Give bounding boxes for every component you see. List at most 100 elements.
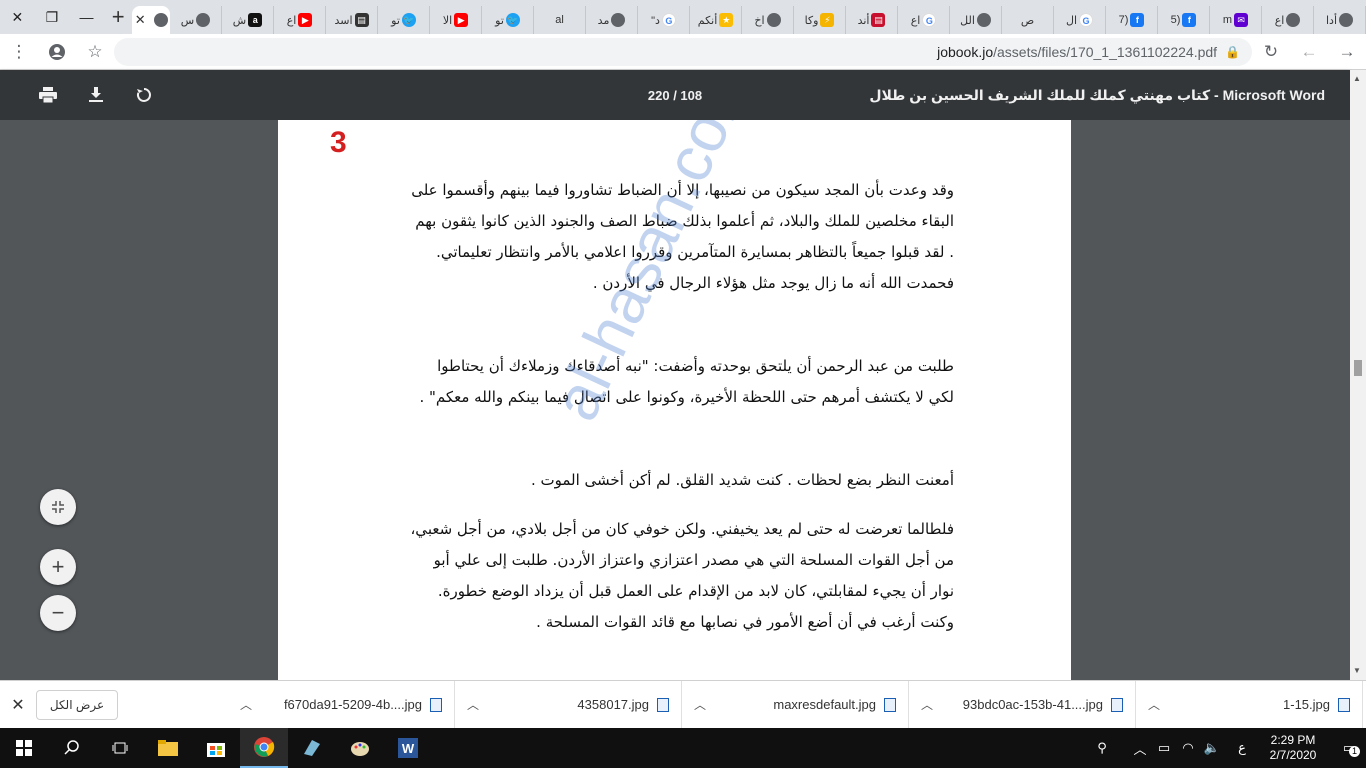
tab[interactable]: الل (950, 6, 1003, 34)
file-explorer-icon[interactable] (144, 728, 192, 768)
chevron-up-icon[interactable]: ︿ (467, 696, 487, 713)
tab-title: al (555, 14, 564, 26)
tab[interactable]: تو 🐦 (482, 6, 535, 34)
new-tab-button[interactable]: + (104, 0, 133, 34)
download-item[interactable]: ︿ 1-15.jpg (1136, 680, 1363, 729)
task-view-icon[interactable] (96, 728, 144, 768)
tab[interactable]: m ✉ (1210, 6, 1263, 34)
battery-icon[interactable]: ▭ (1152, 740, 1176, 756)
tab[interactable]: س (170, 6, 223, 34)
forward-icon[interactable]: ← (1290, 34, 1328, 70)
wifi-icon[interactable]: ◠ (1176, 740, 1200, 756)
paint-icon[interactable] (336, 728, 384, 768)
bookmark-star-icon[interactable]: ☆ (76, 34, 114, 70)
tab[interactable]: 7) f (1106, 6, 1159, 34)
zoom-in-button[interactable]: + (40, 549, 76, 585)
close-shelf-button[interactable]: ✕ (0, 681, 36, 729)
tab[interactable]: الا ▶ (430, 6, 483, 34)
tab-title: أند (857, 14, 870, 27)
text-line: نوار أن يجيء لمقابلتي، كان لابد من الإقد… (437, 582, 954, 600)
page-number: 3 (330, 126, 347, 159)
show-hidden-icons-chevron-icon[interactable]: ︿ (1128, 739, 1152, 758)
app-icon[interactable] (288, 728, 336, 768)
show-all-downloads-button[interactable]: عرض الكل (36, 689, 118, 720)
tab[interactable]: اع (1262, 6, 1315, 34)
chrome-icon[interactable] (240, 728, 288, 768)
paragraph: طلبت من عبد الرحمن أن يلتحق بوحدته وأضفت… (334, 351, 954, 413)
store-icon[interactable] (192, 728, 240, 768)
tab[interactable]: وكا ⚡ (794, 6, 847, 34)
pdf-viewer[interactable]: 3 وقد وعدت بأن المجد سيكون من نصيبها، إل… (0, 120, 1350, 680)
scroll-up-arrow[interactable]: ▲ (1353, 74, 1361, 83)
reload-icon[interactable]: ↻ (1252, 34, 1290, 70)
zoom-out-button[interactable]: − (40, 595, 76, 631)
globe-icon (1339, 13, 1354, 27)
menu-icon[interactable]: ⋮ (0, 34, 38, 70)
tab[interactable]: ص (1002, 6, 1055, 34)
address-bar[interactable]: jobook.jo/assets/files/170_1_1361102224.… (114, 37, 1252, 66)
download-icon[interactable] (72, 70, 120, 120)
fit-page-button[interactable] (40, 489, 76, 525)
tab-title: m (1222, 14, 1233, 26)
close-tab-icon[interactable]: ✕ (135, 12, 146, 28)
tab-title: وكا (804, 14, 819, 27)
minimize-window-button[interactable]: — (69, 0, 104, 34)
tab[interactable]: اخ (742, 6, 795, 34)
close-window-button[interactable]: ✕ (0, 0, 35, 34)
restore-window-button[interactable]: ❐ (35, 0, 70, 34)
pdf-title: Microsoft Word - كتاب مهنتي كملك للملك ا… (869, 86, 1325, 103)
globe-icon (611, 13, 626, 27)
word-icon[interactable]: W (384, 728, 432, 768)
tab[interactable]: ال G (1054, 6, 1107, 34)
tab-title: اع (286, 14, 297, 27)
people-icon[interactable]: ⚲ (1090, 740, 1114, 756)
chevron-up-icon[interactable]: ︿ (921, 696, 941, 713)
download-item[interactable]: ︿ 93bdc0ac-153b-41....jpg (909, 680, 1136, 729)
tab[interactable]: تو 🐦 (378, 6, 431, 34)
download-filename: maxresdefault.jpg (773, 697, 876, 712)
tab[interactable]: مد (586, 6, 639, 34)
input-language[interactable]: ع (1230, 740, 1254, 756)
scrollbar[interactable]: ▲ ▼ (1350, 70, 1366, 680)
tab[interactable]: شa (222, 6, 275, 34)
tab[interactable]: أند ▤ (846, 6, 899, 34)
youtube-icon: ▶ (454, 13, 469, 27)
download-item[interactable]: ︿ maxresdefault.jpg (682, 680, 909, 729)
tab[interactable]: اسد ▤ (326, 6, 379, 34)
tab[interactable]: 5) f (1158, 6, 1211, 34)
tab[interactable]: أدا (1314, 6, 1366, 34)
tab-active[interactable]: ✕ (132, 6, 171, 34)
scroll-down-arrow[interactable]: ▼ (1353, 666, 1361, 675)
paragraph: أمعنت النظر بضع لحظات . كنت شديد القلق. … (334, 465, 954, 496)
page-indicator[interactable]: 220 / 108 (620, 88, 730, 103)
globe-icon (976, 13, 991, 27)
volume-icon[interactable]: 🔈 (1200, 740, 1224, 756)
download-filename: 1-15.jpg (1283, 697, 1330, 712)
tab[interactable]: اع G (898, 6, 951, 34)
tab[interactable]: al (534, 6, 587, 34)
clock[interactable]: 2:29 PM 2/7/2020 (1254, 733, 1332, 763)
tab-title: س (180, 14, 195, 27)
search-icon[interactable] (48, 728, 96, 768)
downloads-shelf: ✕ عرض الكل ︿ f670da91-5209-4b....jpg ︿ 4358… (0, 680, 1366, 729)
chevron-up-icon[interactable]: ︿ (1148, 696, 1168, 713)
profile-icon[interactable] (38, 34, 76, 70)
download-item[interactable]: ︿ 4358017.jpg (455, 680, 682, 729)
windows-start-icon[interactable] (0, 728, 48, 768)
tab[interactable]: "د G (638, 6, 691, 34)
tab-title: ش (232, 14, 247, 27)
tab[interactable]: أنكم ★ (690, 6, 743, 34)
download-item[interactable]: ︿ f670da91-5209-4b....jpg (228, 680, 455, 729)
notifications-icon[interactable]: ▭1 (1332, 740, 1366, 757)
rotate-icon[interactable] (120, 70, 168, 120)
facebook-icon: f (1130, 13, 1145, 27)
tab[interactable]: اع ▶ (274, 6, 327, 34)
image-file-icon (657, 697, 669, 712)
back-icon[interactable]: → (1328, 34, 1366, 70)
lock-icon[interactable]: 🔒 (1225, 45, 1240, 59)
chevron-up-icon[interactable]: ︿ (694, 696, 714, 713)
chevron-up-icon[interactable]: ︿ (240, 696, 260, 713)
print-icon[interactable] (24, 70, 72, 120)
scroll-thumb[interactable] (1354, 360, 1362, 376)
google-icon: G (1079, 13, 1094, 27)
